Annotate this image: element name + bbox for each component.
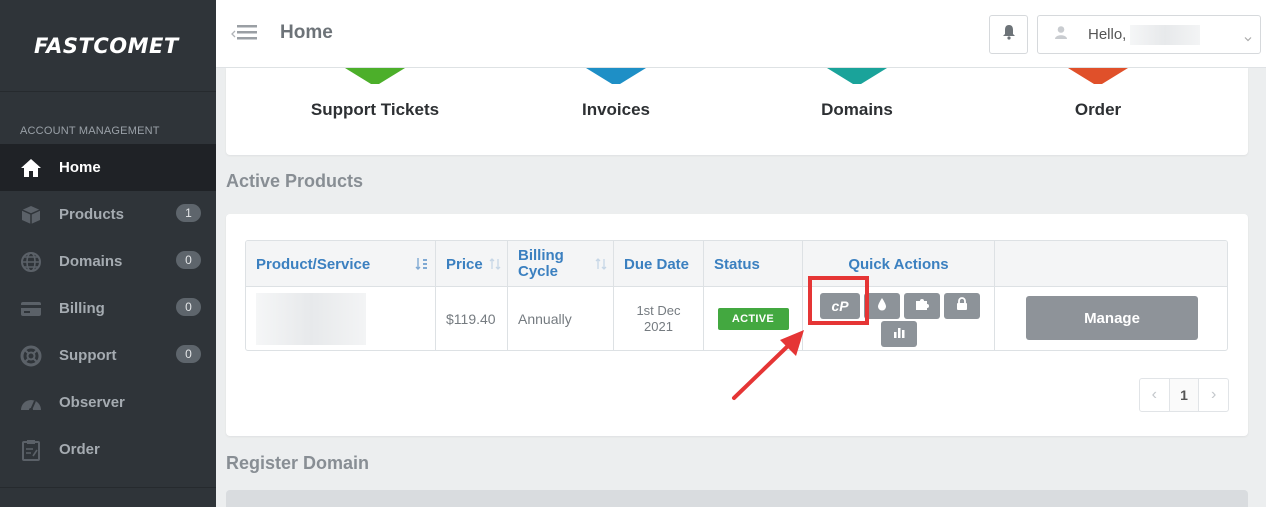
manage-button[interactable]: Manage	[1026, 296, 1198, 340]
pagination-next[interactable]: ›	[1199, 379, 1228, 411]
count-badge: 0	[176, 251, 201, 269]
cell-price: $119.40	[436, 287, 508, 350]
menu-toggle-button[interactable]	[230, 24, 258, 45]
domain-icon	[827, 68, 887, 91]
invoice-icon	[586, 68, 646, 91]
count-badge: 0	[176, 298, 201, 316]
webmail-button[interactable]	[864, 293, 900, 319]
shortcut-label: Invoices	[581, 100, 651, 119]
active-products-heading: Active Products	[226, 171, 364, 191]
sidebar-section-title: ACCOUNT MANAGEMENT	[20, 125, 160, 137]
droplet-icon	[877, 297, 887, 316]
sidebar-item-label: Products	[59, 206, 125, 223]
column-header-price[interactable]: Price	[436, 241, 508, 287]
notifications-button[interactable]	[989, 15, 1028, 54]
column-header-manage	[995, 241, 1227, 287]
shortcut-panel: Support Tickets Invoices Domains Order	[226, 68, 1248, 155]
column-header-due-date[interactable]: Due Date	[614, 241, 704, 287]
sidebar-item-label: Domains	[59, 253, 123, 270]
lock-icon	[955, 296, 969, 316]
sidebar-item-support[interactable]: Support 0	[0, 332, 216, 379]
clipboard-icon	[20, 439, 42, 461]
page-title: Home	[280, 22, 333, 43]
column-header-product[interactable]: Product/Service	[246, 241, 436, 287]
home-icon	[20, 157, 42, 179]
count-badge: 0	[176, 345, 201, 363]
highlight-annotation	[808, 276, 869, 325]
lifebuoy-icon	[20, 345, 42, 367]
sidebar-item-observer[interactable]: Observer	[0, 379, 216, 426]
sidebar-item-billing[interactable]: Billing 0	[0, 285, 216, 332]
register-domain-panel	[226, 490, 1248, 507]
redacted-product-name	[256, 293, 366, 345]
register-domain-heading: Register Domain	[226, 453, 370, 473]
count-badge: 1	[176, 204, 201, 222]
cart-icon	[1068, 68, 1128, 91]
sidebar-item-label: Support	[59, 347, 117, 364]
column-header-status[interactable]: Status	[704, 241, 803, 287]
arrow-annotation	[732, 330, 804, 400]
dashboard-icon	[20, 392, 42, 414]
cell-product-service[interactable]	[246, 287, 436, 350]
sidebar-divider	[0, 487, 216, 488]
pagination-prev[interactable]: ‹	[1140, 379, 1169, 411]
addons-button[interactable]	[904, 293, 940, 319]
sidebar-item-products[interactable]: Products 1	[0, 191, 216, 238]
column-header-billing-cycle[interactable]: Billing Cycle	[508, 241, 614, 287]
shortcut-label: Order	[1074, 100, 1122, 119]
top-bar: Home Hello,	[216, 0, 1266, 68]
redacted-username	[1130, 24, 1201, 45]
brand-logo[interactable]: FASTCOMET	[0, 0, 216, 92]
hamburger-icon	[236, 24, 258, 45]
user-greeting: Hello,	[1088, 26, 1127, 43]
user-menu-button[interactable]: Hello,	[1037, 15, 1261, 54]
globe-icon	[20, 251, 42, 273]
sort-icon	[415, 257, 429, 275]
bell-icon	[1002, 24, 1016, 45]
sort-icon	[489, 257, 501, 275]
sidebar-item-order[interactable]: Order	[0, 426, 216, 473]
sidebar-item-label: Home	[59, 159, 101, 176]
sort-icon	[595, 257, 607, 275]
cell-due-date: 1st Dec 2021	[614, 287, 704, 350]
stats-button[interactable]	[881, 321, 917, 347]
sidebar-item-label: Order	[59, 441, 100, 458]
puzzle-icon	[915, 297, 929, 316]
sidebar-item-label: Billing	[59, 300, 105, 317]
ssl-button[interactable]	[944, 293, 980, 319]
sidebar-item-label: Observer	[59, 394, 125, 411]
pagination-page-1[interactable]: 1	[1168, 379, 1200, 411]
shortcut-label: Domains	[821, 100, 893, 119]
sidebar-item-home[interactable]: Home	[0, 144, 216, 191]
chevron-down-icon	[1244, 29, 1252, 47]
shortcut-label: Support Tickets	[310, 100, 440, 119]
cube-icon	[20, 204, 42, 226]
pagination: ‹ 1 ›	[1139, 378, 1229, 412]
sidebar: FASTCOMET ACCOUNT MANAGEMENT Home Produc…	[0, 0, 216, 507]
bar-chart-icon	[892, 325, 906, 344]
cell-billing-cycle: Annually	[508, 287, 614, 350]
ticket-icon	[345, 68, 405, 91]
sidebar-item-domains[interactable]: Domains 0	[0, 238, 216, 285]
user-icon	[1054, 25, 1068, 44]
logo-text: FASTCOMET	[34, 33, 179, 58]
credit-card-icon	[20, 298, 42, 320]
